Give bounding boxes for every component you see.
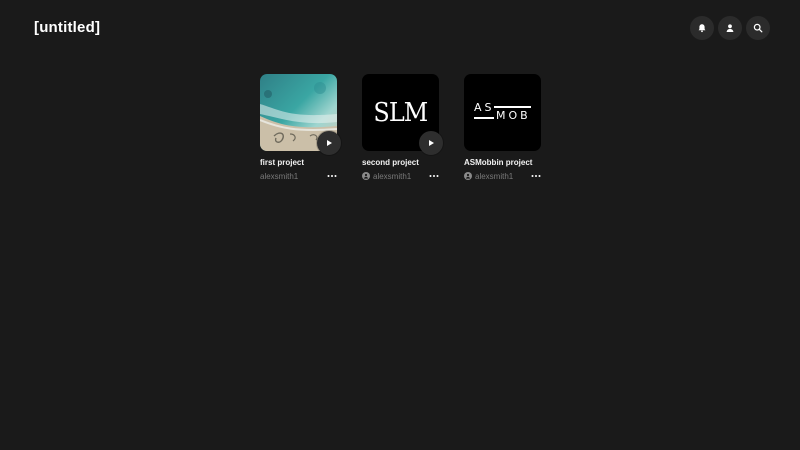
project-grid: first project alexsmith1 SLM second proj…: [260, 74, 541, 181]
wordmark-text: MOB: [496, 109, 531, 122]
project-card[interactable]: SLM second project alexsmith1: [362, 74, 443, 181]
user-icon: [726, 24, 734, 32]
notifications-button[interactable]: [690, 16, 714, 40]
avatar: [464, 172, 472, 180]
user-icon: [466, 173, 470, 179]
project-card[interactable]: first project alexsmith1: [260, 74, 341, 181]
wordmark-text: AS: [474, 101, 495, 114]
project-card[interactable]: AS MOB ASMobbin project alexsmith1: [464, 74, 541, 181]
owner-name: alexsmith1: [373, 171, 412, 181]
project-owner: alexsmith1: [464, 172, 513, 181]
more-options-button[interactable]: [325, 171, 339, 181]
more-icon: [327, 175, 337, 177]
wordmark-text: SLM: [373, 97, 428, 128]
project-meta: alexsmith1: [464, 171, 541, 181]
search-button[interactable]: [746, 16, 770, 40]
more-options-button[interactable]: [427, 171, 441, 181]
more-options-button[interactable]: [529, 171, 543, 181]
app-page: [untitled] first project alexsmith1 SLM …: [0, 0, 800, 450]
project-owner: alexsmith1: [362, 172, 411, 181]
play-button[interactable]: [317, 131, 341, 155]
project-title[interactable]: first project: [260, 158, 337, 167]
play-button[interactable]: [419, 131, 443, 155]
header-actions: [690, 16, 770, 40]
project-title[interactable]: second project: [362, 158, 439, 167]
project-thumbnail[interactable]: AS MOB: [464, 74, 541, 151]
owner-name: alexsmith1: [475, 171, 514, 181]
project-title[interactable]: ASMobbin project: [464, 158, 541, 167]
more-icon: [429, 175, 439, 177]
wordmark-rule: [494, 106, 531, 108]
bell-icon: [698, 24, 706, 33]
project-meta: alexsmith1: [260, 171, 337, 181]
project-owner: alexsmith1: [260, 172, 298, 181]
owner-name: alexsmith1: [260, 171, 299, 181]
search-icon: [753, 23, 763, 33]
wordmark-rule: [474, 117, 494, 119]
profile-button[interactable]: [718, 16, 742, 40]
play-icon: [327, 140, 332, 146]
play-icon: [429, 140, 434, 146]
user-icon: [364, 173, 368, 179]
asmob-wordmark: AS MOB: [474, 101, 532, 123]
project-meta: alexsmith1: [362, 171, 439, 181]
more-icon: [531, 175, 541, 177]
avatar: [362, 172, 370, 180]
app-title[interactable]: [untitled]: [34, 19, 100, 36]
